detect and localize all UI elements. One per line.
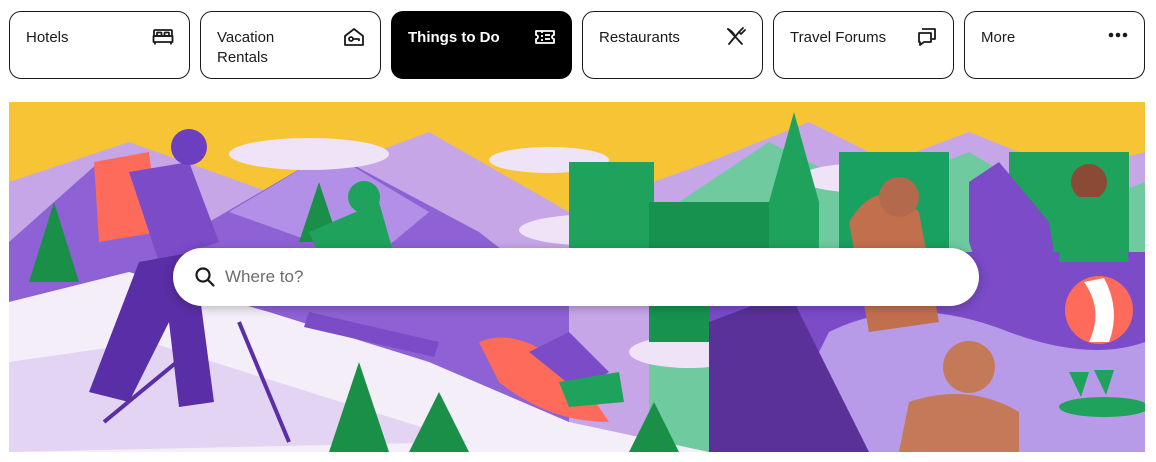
tab-vacation-rentals[interactable]: Vacation Rentals bbox=[200, 11, 381, 79]
bed-icon bbox=[151, 25, 175, 49]
search-bar[interactable] bbox=[173, 248, 979, 306]
search-input[interactable] bbox=[225, 262, 945, 292]
category-tabs: Hotels Vacation Rentals Things to Do Res… bbox=[9, 11, 1145, 79]
tab-hotels[interactable]: Hotels bbox=[9, 11, 190, 79]
fork-knife-icon bbox=[724, 25, 748, 49]
chat-bubbles-icon bbox=[915, 25, 939, 49]
house-key-icon bbox=[342, 25, 366, 49]
ticket-icon bbox=[533, 25, 557, 49]
tab-more[interactable]: More bbox=[964, 11, 1145, 79]
tab-label: Hotels bbox=[26, 29, 69, 46]
tab-label: Things to Do bbox=[408, 29, 500, 46]
tab-things-to-do[interactable]: Things to Do bbox=[391, 11, 572, 79]
tab-label: Travel Forums bbox=[790, 29, 887, 46]
tab-travel-forums[interactable]: Travel Forums bbox=[773, 11, 954, 79]
tab-label: Restaurants bbox=[599, 29, 680, 46]
more-dots-icon bbox=[1106, 25, 1130, 49]
search-icon bbox=[193, 265, 217, 289]
tab-label: More bbox=[981, 29, 1016, 46]
tab-restaurants[interactable]: Restaurants bbox=[582, 11, 763, 79]
tab-label: Vacation Rentals bbox=[217, 29, 275, 66]
